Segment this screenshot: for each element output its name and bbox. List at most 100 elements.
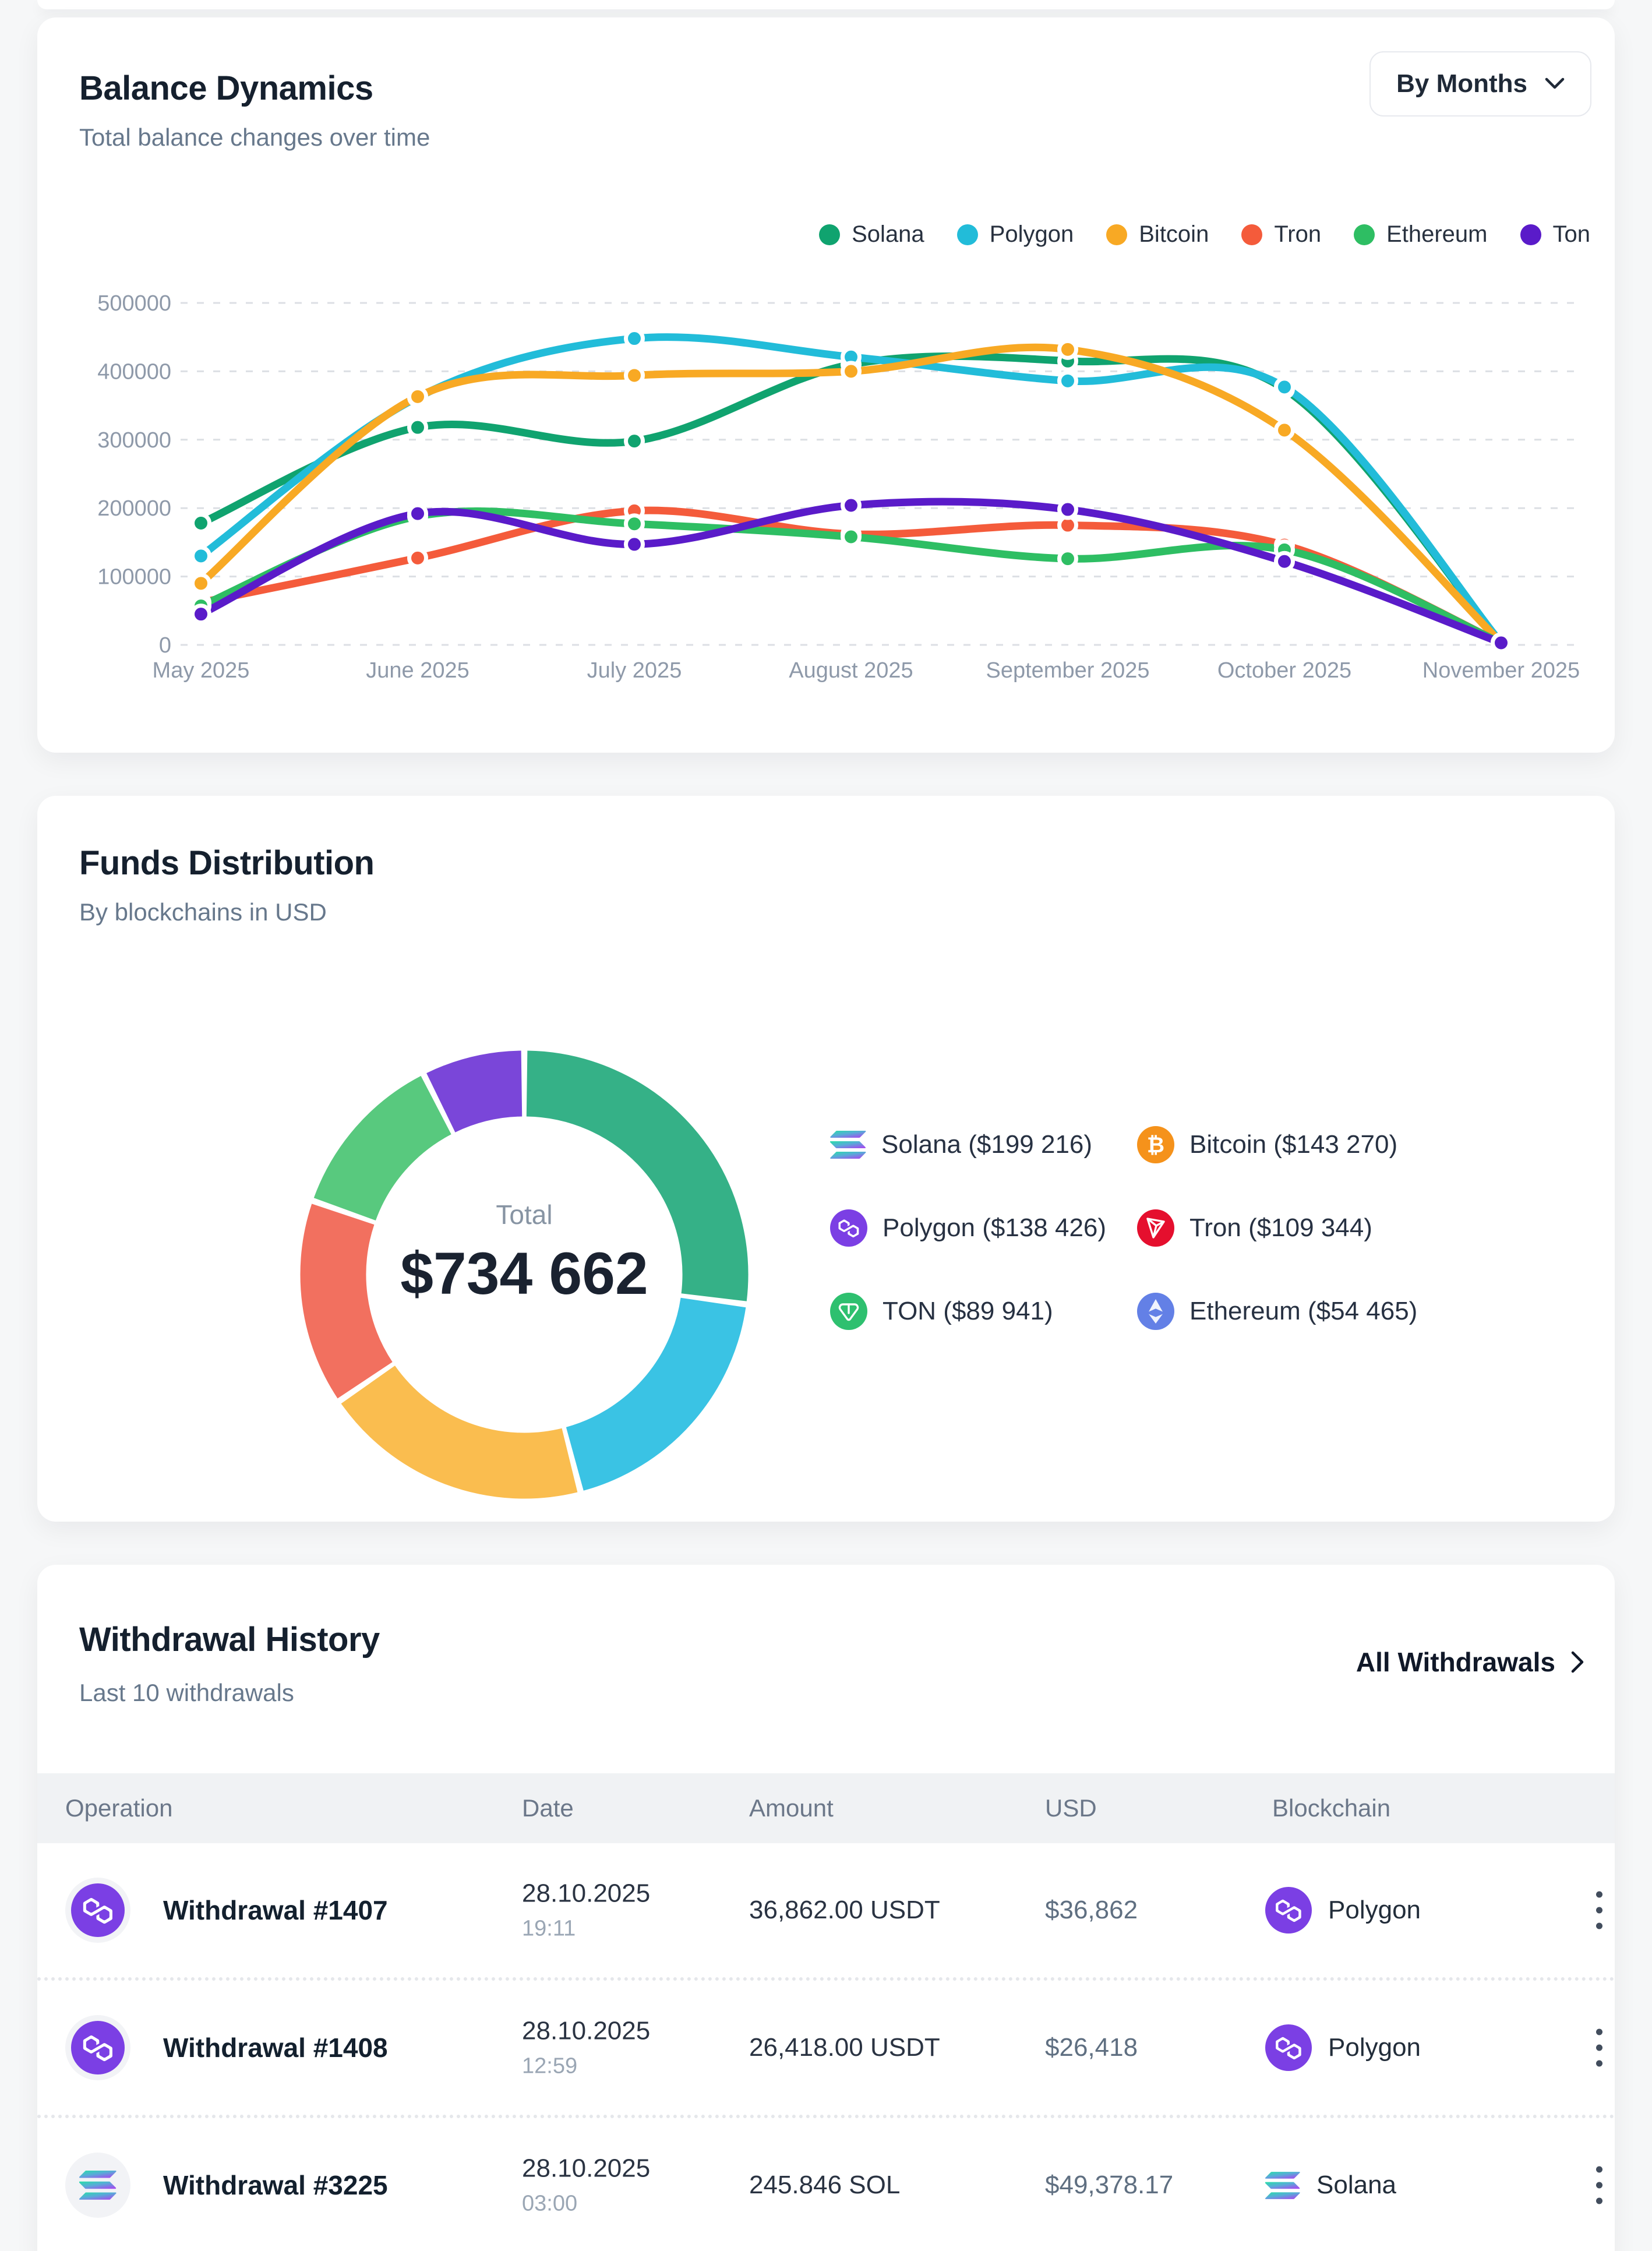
funds-legend: Solana ($199 216) ₿ Bitcoin ($143 270) P… — [830, 1126, 1417, 1330]
date-value: 28.10.2025 — [522, 2154, 650, 2183]
series-line-polygon — [201, 337, 1501, 643]
data-point-bitcoin — [193, 575, 210, 592]
data-point-bitcoin — [410, 388, 426, 405]
donut-total-value: $734 662 — [350, 1240, 699, 1308]
funds-legend-label: TON ($89 941) — [883, 1297, 1053, 1326]
crypto-dashboard-page: Balance Dynamics Total balance changes o… — [0, 0, 1652, 2251]
blockchain-cell: Polygon — [1265, 1887, 1421, 1934]
data-point-bitcoin — [1060, 341, 1076, 358]
data-point-polygon — [1276, 379, 1293, 396]
y-axis-tick: 400000 — [97, 359, 171, 384]
data-point-solana — [410, 419, 426, 436]
withdrawal-history-card: Withdrawal History Last 10 withdrawals A… — [37, 1565, 1615, 2251]
data-point-ton — [193, 606, 210, 623]
funds-legend-label: Ethereum ($54 465) — [1189, 1297, 1417, 1326]
data-point-ton — [843, 497, 860, 514]
polygon-icon — [830, 1209, 867, 1247]
y-axis-tick: 200000 — [97, 496, 171, 521]
polygon-icon — [1265, 2024, 1312, 2071]
period-dropdown[interactable]: By Months — [1369, 51, 1591, 117]
ton-icon — [830, 1293, 867, 1330]
usd-cell: $36,862 — [1045, 1896, 1138, 1925]
balance-card-title: Balance Dynamics — [79, 69, 373, 108]
data-point-ethereum — [626, 516, 643, 532]
table-row[interactable]: Withdrawal #3225 28.10.2025 03:00 245.84… — [37, 2115, 1615, 2251]
donut-slice-ethereum — [441, 1084, 522, 1103]
x-axis-tick: June 2025 — [366, 658, 470, 683]
data-point-polygon — [626, 330, 643, 347]
all-withdrawals-label: All Withdrawals — [1356, 1646, 1555, 1678]
blockchain-name: Polygon — [1328, 1896, 1421, 1925]
date-cell: 28.10.2025 19:11 — [522, 1879, 650, 1942]
x-axis-tick: November 2025 — [1422, 658, 1580, 683]
withdrawals-table-body: Withdrawal #1407 28.10.2025 19:11 36,862… — [37, 1843, 1615, 2251]
data-point-solana — [626, 433, 643, 450]
date-cell: 28.10.2025 12:59 — [522, 2017, 650, 2079]
solana-icon — [1265, 2172, 1300, 2199]
operation-name: Withdrawal #1408 — [163, 2032, 388, 2063]
column-header-amount: Amount — [749, 1773, 834, 1843]
y-axis-tick: 500000 — [97, 291, 171, 316]
balance-dynamics-card: Balance Dynamics Total balance changes o… — [37, 17, 1615, 753]
table-row[interactable]: Withdrawal #1407 28.10.2025 19:11 36,862… — [37, 1843, 1615, 1977]
usd-cell: $49,378.17 — [1045, 2171, 1173, 2200]
polygon-icon — [71, 1883, 125, 1937]
all-withdrawals-link[interactable]: All Withdrawals — [1356, 1646, 1584, 1678]
funds-legend-item-tron: Tron ($109 344) — [1137, 1209, 1417, 1247]
row-menu-kebab-icon[interactable] — [1591, 2162, 1607, 2209]
balance-card-subtitle: Total balance changes over time — [79, 124, 430, 151]
amount-cell: 26,418.00 USDT — [749, 2033, 940, 2062]
row-menu-kebab-icon[interactable] — [1591, 1887, 1607, 1934]
data-point-ton — [626, 536, 643, 553]
data-point-ethereum — [843, 528, 860, 545]
column-header-date: Date — [522, 1773, 574, 1843]
polygon-icon — [1265, 1887, 1312, 1934]
column-header-usd: USD — [1045, 1773, 1097, 1843]
tron-icon — [1137, 1209, 1174, 1247]
blockchain-name: Polygon — [1328, 2033, 1421, 2062]
balance-line-chart: 5000004000003000002000001000000May 2025J… — [37, 233, 1615, 728]
funds-distribution-card: Funds Distribution By blockchains in USD… — [37, 796, 1615, 1522]
data-point-polygon — [1060, 372, 1076, 389]
table-row[interactable]: Withdrawal #1408 28.10.2025 12:59 26,418… — [37, 1977, 1615, 2115]
solana-icon — [79, 2171, 117, 2200]
withdrawals-card-title: Withdrawal History — [79, 1620, 380, 1659]
funds-legend-item-bitcoin: ₿ Bitcoin ($143 270) — [1137, 1126, 1417, 1163]
donut-slice-ton — [345, 1105, 436, 1209]
data-point-ton — [1493, 634, 1510, 651]
withdrawals-table-header: OperationDateAmountUSDBlockchain — [37, 1773, 1615, 1843]
usd-cell: $26,418 — [1045, 2033, 1138, 2062]
data-point-ethereum — [1060, 551, 1076, 567]
operation-icon-wrap — [65, 2015, 130, 2080]
y-axis-tick: 0 — [159, 633, 171, 658]
funds-card-subtitle: By blockchains in USD — [79, 898, 327, 926]
donut-slice-polygon — [575, 1303, 714, 1459]
operation-icon-wrap — [65, 1878, 130, 1943]
donut-total: Total $734 662 — [350, 1199, 699, 1308]
chevron-down-icon — [1545, 77, 1565, 90]
data-point-ton — [410, 505, 426, 522]
data-point-ton — [1060, 501, 1076, 518]
operation-icon-wrap — [65, 2153, 130, 2218]
solana-icon — [830, 1131, 866, 1159]
withdrawals-card-subtitle: Last 10 withdrawals — [79, 1679, 294, 1707]
data-point-tron — [410, 549, 426, 566]
column-header-blockchain: Blockchain — [1272, 1773, 1390, 1843]
blockchain-name: Solana — [1316, 2171, 1396, 2200]
bitcoin-icon: ₿ — [1137, 1126, 1174, 1163]
funds-legend-label: Polygon ($138 426) — [883, 1213, 1106, 1243]
funds-legend-item-ton: TON ($89 941) — [830, 1293, 1137, 1330]
time-value: 03:00 — [522, 2192, 650, 2217]
data-point-ton — [1276, 553, 1293, 570]
funds-card-title: Funds Distribution — [79, 844, 375, 883]
data-point-polygon — [193, 548, 210, 564]
x-axis-tick: May 2025 — [153, 658, 250, 683]
data-point-bitcoin — [843, 363, 860, 380]
polygon-icon — [71, 2021, 125, 2074]
date-value: 28.10.2025 — [522, 1879, 650, 1908]
donut-total-label: Total — [350, 1199, 699, 1230]
x-axis-tick: October 2025 — [1217, 658, 1351, 683]
time-value: 12:59 — [522, 2054, 650, 2079]
previous-card-bottom-edge — [37, 0, 1615, 9]
row-menu-kebab-icon[interactable] — [1591, 2024, 1607, 2072]
